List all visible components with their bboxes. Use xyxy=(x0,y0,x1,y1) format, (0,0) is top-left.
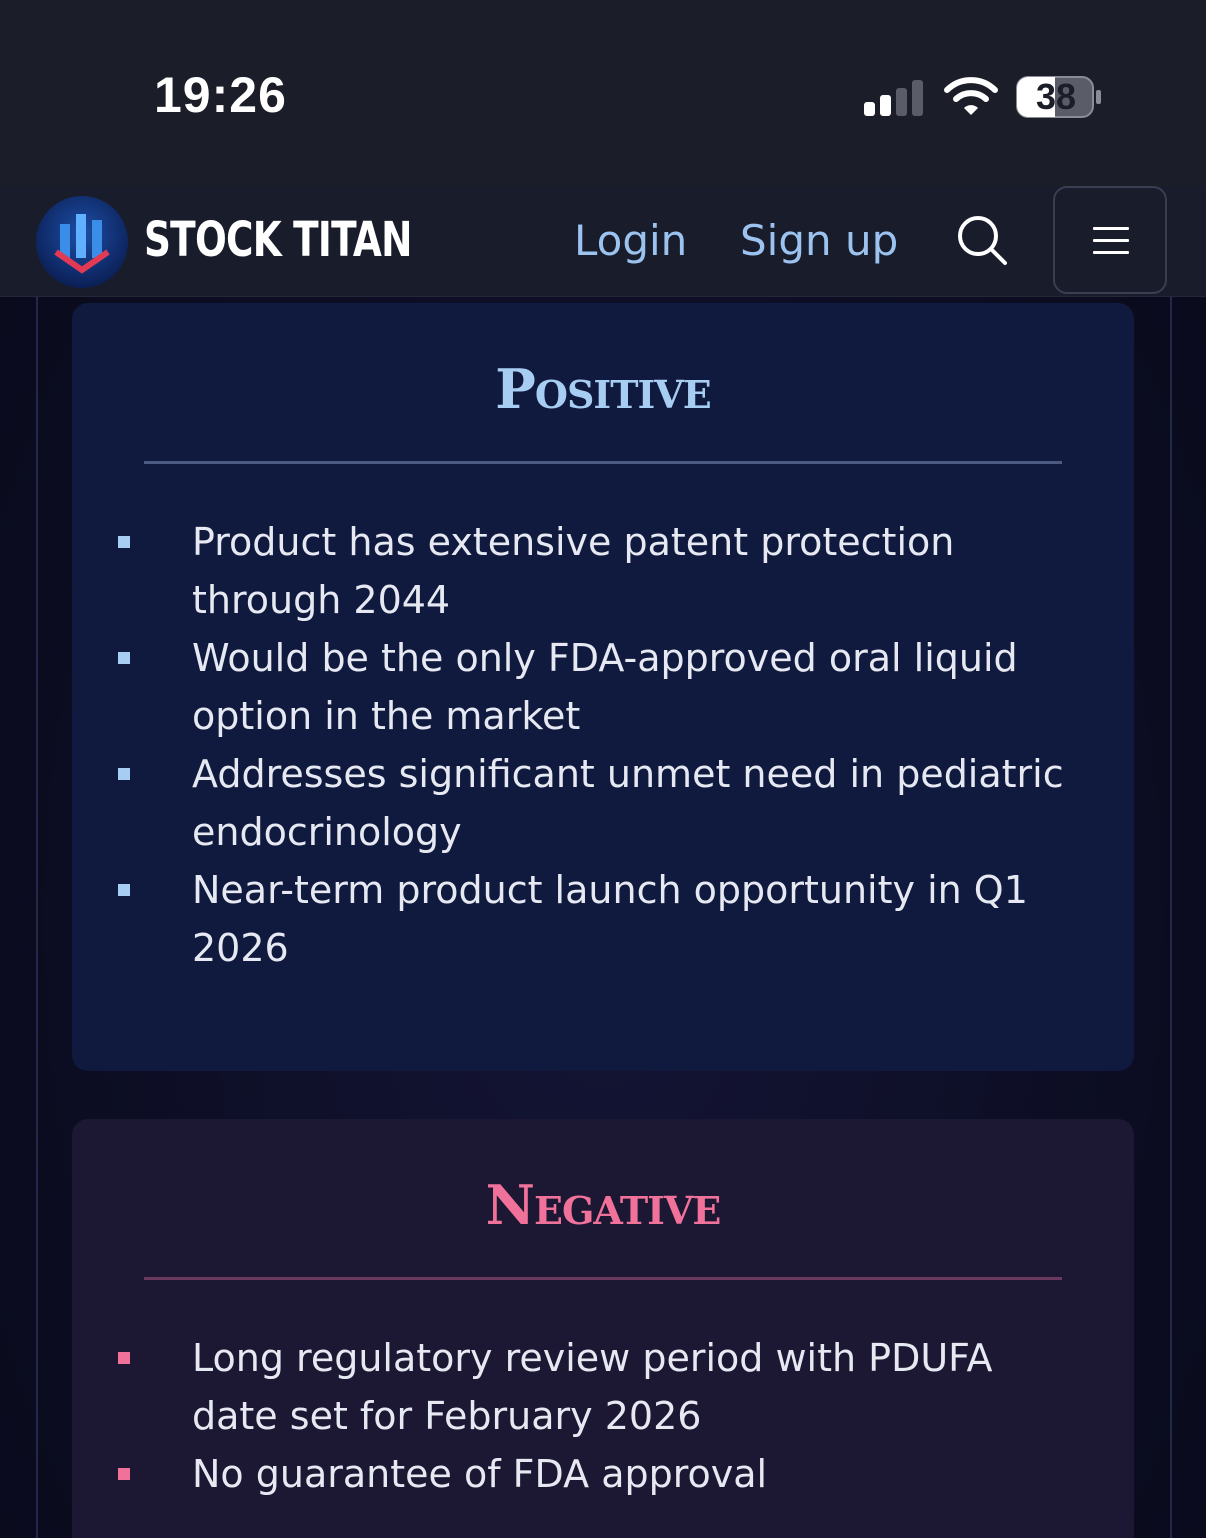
login-link[interactable]: Login xyxy=(574,216,687,265)
negative-item: No guarantee of FDA approval xyxy=(118,1445,1072,1503)
brand-name[interactable]: STOCK TITAN xyxy=(144,212,412,268)
logo-icon[interactable] xyxy=(34,194,130,290)
page: 19:26 38 STOCK TITAN Login Sign up Posit… xyxy=(0,0,1206,1538)
positive-divider xyxy=(144,461,1062,464)
positive-item-text: Would be the only FDA-approved oral liqu… xyxy=(192,636,1018,738)
bullet-marker xyxy=(118,768,130,780)
signal-icon xyxy=(864,80,923,116)
negative-card: Negative Long regulatory review period w… xyxy=(72,1119,1134,1538)
negative-item-text: Long regulatory review period with PDUFA… xyxy=(192,1336,993,1438)
menu-icon xyxy=(1093,227,1129,254)
wifi-icon xyxy=(944,77,998,115)
bullet-marker xyxy=(118,1468,130,1480)
menu-button[interactable] xyxy=(1053,186,1167,294)
signup-link[interactable]: Sign up xyxy=(740,216,898,265)
bullet-marker xyxy=(118,884,130,896)
positive-item: Product has extensive patent protection … xyxy=(118,513,1072,629)
status-time: 19:26 xyxy=(154,67,287,123)
bullet-marker xyxy=(118,536,130,548)
bullet-marker xyxy=(118,652,130,664)
positive-list: Product has extensive patent protection … xyxy=(118,513,1072,977)
positive-item: Near-term product launch opportunity in … xyxy=(118,861,1072,977)
negative-item: Long regulatory review period with PDUFA… xyxy=(118,1329,1072,1445)
bullet-marker xyxy=(118,1352,130,1364)
positive-item-text: Product has extensive patent protection … xyxy=(192,520,955,622)
positive-item-text: Near-term product launch opportunity in … xyxy=(192,868,1028,970)
positive-item: Addresses significant unmet need in pedi… xyxy=(118,745,1072,861)
negative-title: Negative xyxy=(485,1173,722,1237)
positive-item-text: Addresses significant unmet need in pedi… xyxy=(192,752,1064,854)
battery-level: 38 xyxy=(1035,76,1077,117)
positive-card: Positive Product has extensive patent pr… xyxy=(72,303,1134,1071)
negative-item-text: No guarantee of FDA approval xyxy=(192,1452,768,1496)
nav-bar: STOCK TITAN Login Sign up xyxy=(0,186,1206,297)
positive-item: Would be the only FDA-approved oral liqu… xyxy=(118,629,1072,745)
status-bar: 19:26 38 xyxy=(0,0,1206,186)
positive-title: Positive xyxy=(495,357,711,421)
search-icon[interactable] xyxy=(952,210,1012,270)
negative-divider xyxy=(144,1277,1062,1280)
negative-list: Long regulatory review period with PDUFA… xyxy=(118,1329,1072,1503)
